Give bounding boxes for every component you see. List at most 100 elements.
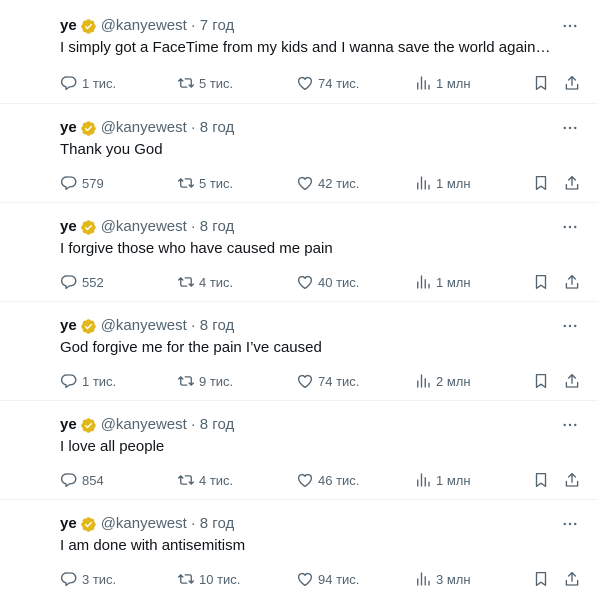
views-button[interactable]: 2 млн (414, 370, 471, 392)
tweet[interactable]: ye @kanyewest · 8 год Thank you God 579 … (0, 104, 598, 203)
tweet-actions: 3 тис. 10 тис. 94 тис. 3 млн (60, 568, 584, 590)
reply-button[interactable]: 579 (60, 172, 104, 194)
timestamp[interactable]: 7 год (200, 16, 234, 36)
verified-badge-icon (80, 120, 97, 137)
more-icon[interactable] (560, 514, 580, 534)
author-handle[interactable]: @kanyewest (101, 16, 187, 36)
like-button[interactable]: 40 тис. (296, 271, 359, 293)
share-button[interactable] (563, 568, 581, 590)
separator: · (190, 218, 196, 235)
views-count: 2 млн (436, 373, 471, 389)
views-icon (414, 273, 436, 291)
tweet-text: God forgive me for the pain I’ve caused (60, 339, 322, 356)
tweet-header: ye @kanyewest · 8 год (60, 316, 234, 336)
more-icon[interactable] (560, 16, 580, 36)
tweet-actions: 1 тис. 9 тис. 74 тис. 2 млн (60, 370, 584, 392)
bookmark-button[interactable] (532, 172, 550, 194)
reply-button[interactable]: 1 тис. (60, 72, 116, 94)
views-button[interactable]: 1 млн (414, 172, 471, 194)
reply-count: 854 (82, 472, 104, 488)
bookmark-icon (532, 570, 550, 588)
like-count: 94 тис. (318, 571, 360, 587)
author-name[interactable]: ye (60, 217, 77, 237)
tweet-actions: 1 тис. 5 тис. 74 тис. 1 млн (60, 72, 584, 94)
tweet[interactable]: ye @kanyewest · 8 год I love all people … (0, 401, 598, 500)
share-icon (563, 174, 581, 192)
bookmark-button[interactable] (532, 568, 550, 590)
timestamp[interactable]: 8 год (200, 316, 234, 336)
more-icon[interactable] (560, 415, 580, 435)
retweet-count: 5 тис. (199, 175, 234, 191)
bookmark-icon (532, 471, 550, 489)
views-icon (414, 471, 436, 489)
views-button[interactable]: 3 млн (414, 568, 471, 590)
reply-count: 579 (82, 175, 104, 191)
retweet-count: 9 тис. (199, 373, 234, 389)
bookmark-icon (532, 174, 550, 192)
reply-button[interactable]: 854 (60, 469, 104, 491)
share-button[interactable] (563, 72, 581, 94)
author-name[interactable]: ye (60, 316, 77, 336)
timestamp[interactable]: 8 год (200, 415, 234, 435)
retweet-button[interactable]: 4 тис. (177, 469, 233, 491)
share-button[interactable] (563, 370, 581, 392)
like-button[interactable]: 74 тис. (296, 72, 359, 94)
share-button[interactable] (563, 469, 581, 491)
verified-badge-icon (80, 318, 97, 335)
tweet[interactable]: ye @kanyewest · 8 год God forgive me for… (0, 302, 598, 401)
bookmark-button[interactable] (532, 271, 550, 293)
like-button[interactable]: 74 тис. (296, 370, 359, 392)
more-icon[interactable] (560, 118, 580, 138)
bookmark-icon (532, 372, 550, 390)
views-button[interactable]: 1 млн (414, 469, 471, 491)
like-button[interactable]: 46 тис. (296, 469, 359, 491)
author-name[interactable]: ye (60, 16, 77, 36)
author-handle[interactable]: @kanyewest (101, 316, 187, 336)
verified-badge-icon (80, 18, 97, 35)
bookmark-button[interactable] (532, 370, 550, 392)
like-icon (296, 74, 318, 92)
author-name[interactable]: ye (60, 415, 77, 435)
reply-button[interactable]: 1 тис. (60, 370, 116, 392)
views-icon (414, 570, 436, 588)
bookmark-button[interactable] (532, 469, 550, 491)
timestamp[interactable]: 8 год (200, 514, 234, 534)
timestamp[interactable]: 8 год (200, 118, 234, 138)
retweet-button[interactable]: 4 тис. (177, 271, 233, 293)
tweet-header: ye @kanyewest · 7 год (60, 16, 234, 36)
author-handle[interactable]: @kanyewest (101, 415, 187, 435)
like-button[interactable]: 42 тис. (296, 172, 359, 194)
reply-button[interactable]: 3 тис. (60, 568, 116, 590)
author-handle[interactable]: @kanyewest (101, 217, 187, 237)
views-count: 3 млн (436, 571, 471, 587)
reply-icon (60, 74, 82, 92)
tweet[interactable]: ye @kanyewest · 8 год I am done with ant… (0, 500, 598, 599)
author-name[interactable]: ye (60, 514, 77, 534)
tweet[interactable]: ye @kanyewest · 7 год I simply got a Fac… (0, 0, 598, 104)
views-button[interactable]: 1 млн (414, 271, 471, 293)
tweet-header: ye @kanyewest · 8 год (60, 118, 234, 138)
share-button[interactable] (563, 172, 581, 194)
timestamp[interactable]: 8 год (200, 217, 234, 237)
author-handle[interactable]: @kanyewest (101, 514, 187, 534)
share-button[interactable] (563, 271, 581, 293)
author-name[interactable]: ye (60, 118, 77, 138)
like-icon (296, 273, 318, 291)
reply-button[interactable]: 552 (60, 271, 104, 293)
retweet-button[interactable]: 5 тис. (177, 172, 233, 194)
views-count: 1 млн (436, 75, 471, 91)
author-handle[interactable]: @kanyewest (101, 118, 187, 138)
retweet-button[interactable]: 5 тис. (177, 72, 233, 94)
retweet-button[interactable]: 9 тис. (177, 370, 233, 392)
more-icon[interactable] (560, 316, 580, 336)
retweet-icon (177, 273, 199, 291)
retweet-button[interactable]: 10 тис. (177, 568, 240, 590)
reply-icon (60, 570, 82, 588)
views-icon (414, 74, 436, 92)
tweet-feed: ye @kanyewest · 7 год I simply got a Fac… (0, 0, 598, 600)
tweet[interactable]: ye @kanyewest · 8 год I forgive those wh… (0, 203, 598, 302)
views-button[interactable]: 1 млн (414, 72, 471, 94)
like-button[interactable]: 94 тис. (296, 568, 359, 590)
bookmark-button[interactable] (532, 72, 550, 94)
more-icon[interactable] (560, 217, 580, 237)
